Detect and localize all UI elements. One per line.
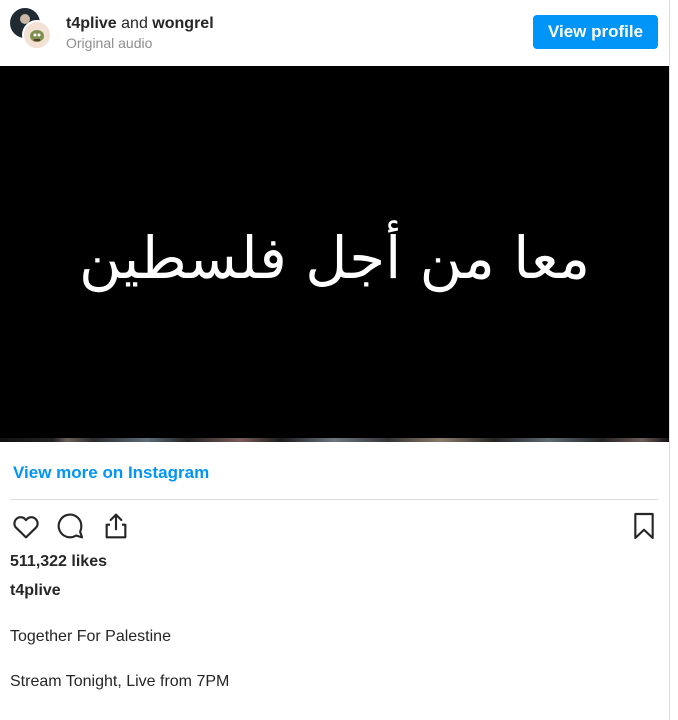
avatar-wongrel[interactable] [22, 20, 52, 50]
post-media[interactable]: معا من أجل فلسطين [0, 66, 669, 442]
bookmark-icon[interactable] [628, 510, 660, 542]
likes-count[interactable]: 511,322 likes [10, 551, 107, 573]
cartoon-avatar-icon [30, 30, 44, 42]
post-authors: t4plive and wongrel [66, 14, 214, 34]
caption-line: Stream Tonight, Live from 7PM [10, 673, 230, 690]
post-header: t4plive and wongrel Original audio View … [0, 0, 669, 66]
comment-icon[interactable] [54, 510, 86, 542]
media-overlay-text: معا من أجل فلسطين [78, 224, 591, 292]
author-connector: and [121, 15, 148, 32]
audio-label[interactable]: Original audio [66, 34, 152, 52]
share-icon[interactable] [100, 510, 132, 542]
media-thumbnail-strip [0, 438, 669, 442]
view-more-link[interactable]: View more on Instagram [13, 462, 209, 484]
caption-username[interactable]: t4plive [10, 580, 61, 602]
author-link-t4plive[interactable]: t4plive [66, 15, 117, 32]
divider [10, 499, 658, 500]
heart-icon[interactable] [10, 510, 42, 542]
instagram-embed: t4plive and wongrel Original audio View … [0, 0, 669, 720]
view-profile-button[interactable]: View profile [533, 15, 658, 49]
caption-line: Together For Palestine [10, 628, 171, 645]
author-link-wongrel[interactable]: wongrel [152, 15, 213, 32]
embed-border [669, 0, 670, 720]
